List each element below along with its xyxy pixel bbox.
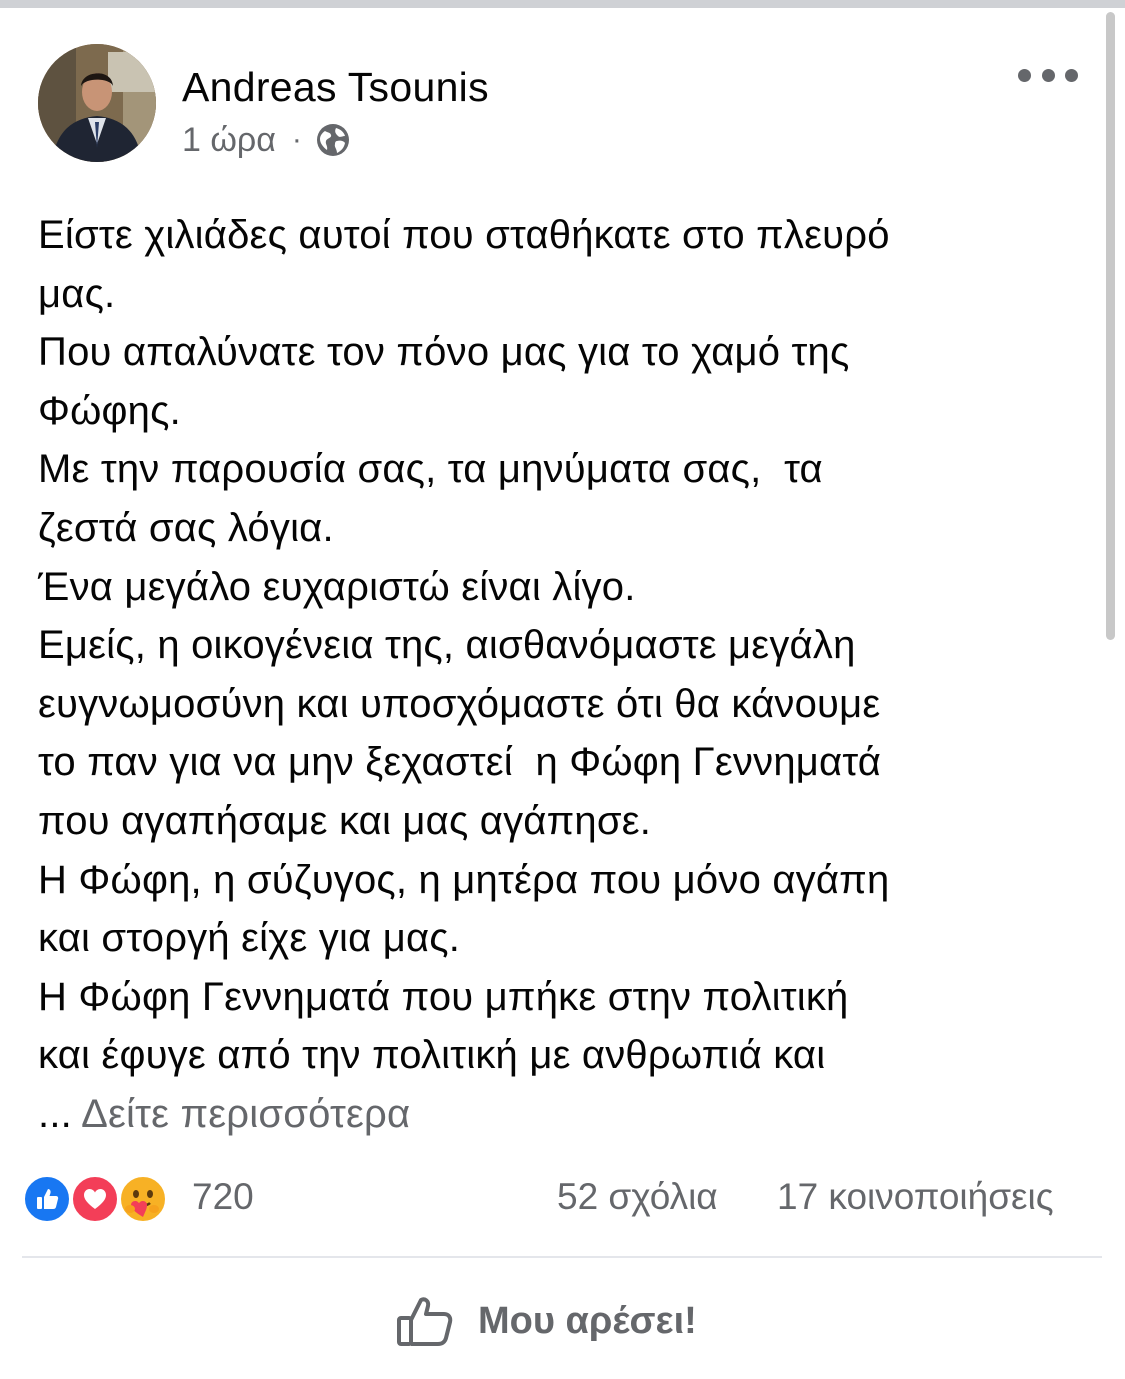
post-text: Είστε χιλιάδες αυτοί που σταθήκατε στο π…: [38, 206, 1088, 1144]
top-border: [0, 0, 1125, 8]
post-line: ευγνωμοσύνη και υποσχόμαστε ότι θα κάνου…: [38, 681, 881, 726]
like-button[interactable]: Μου αρέσει!: [396, 1288, 697, 1354]
see-more-row: ... Δείτε περισσότερα: [38, 1085, 1088, 1144]
meta-separator: ·: [291, 123, 302, 156]
post-line: Φώφης.: [38, 388, 181, 433]
post-meta: 1 ώρα ·: [182, 120, 350, 160]
post-header: Andreas Tsounis 1 ώρα ·: [38, 44, 1088, 166]
like-reaction-icon: [22, 1174, 72, 1224]
post-time[interactable]: 1 ώρα: [182, 121, 276, 160]
post-line: Είστε χιλιάδες αυτοί που σταθήκατε στο π…: [38, 213, 890, 257]
shares-count[interactable]: 17 κοινοποιήσεις: [777, 1176, 1054, 1218]
post-line: το παν για να μην ξεχαστεί η Φώφη Γεννημ…: [38, 740, 882, 785]
post-line: Ένα μεγάλο ευχαριστώ είναι λίγο.: [38, 564, 636, 609]
post-line: ζεστά σας λόγια.: [38, 505, 334, 550]
post-line: και έφυγε από την πολιτική με ανθρωπιά κ…: [38, 1033, 826, 1078]
post-line: που αγαπήσαμε και μας αγάπησε.: [38, 798, 652, 843]
reaction-icons[interactable]: [22, 1174, 172, 1226]
post-line: Με την παρουσία σας, τα μηνύματα σας, τα: [38, 447, 823, 492]
ellipsis: ...: [38, 1091, 72, 1136]
more-options-button[interactable]: [1018, 62, 1078, 88]
comments-count[interactable]: 52 σχόλια: [557, 1176, 718, 1218]
scrollbar[interactable]: [1106, 12, 1115, 640]
avatar[interactable]: [38, 44, 156, 162]
like-label: Μου αρέσει!: [478, 1299, 697, 1342]
love-reaction-icon: [70, 1174, 120, 1224]
see-more-link[interactable]: Δείτε περισσότερα: [81, 1092, 410, 1136]
divider: [22, 1256, 1102, 1258]
post-line: Η Φώφη, η σύζυγος, η μητέρα που μόνο αγά…: [38, 857, 890, 902]
reaction-count[interactable]: 720: [192, 1176, 254, 1218]
post-line: Η Φώφη Γεννηματά που μπήκε στην πολιτική: [38, 974, 849, 1019]
thumbs-up-icon: [397, 1297, 453, 1346]
post-line: και στοργή είχε για μας.: [38, 916, 461, 961]
globe-icon: [316, 124, 349, 156]
avatar-photo: [38, 44, 156, 162]
care-reaction-icon: [118, 1174, 168, 1224]
more-dots-icon: [1018, 68, 1031, 82]
post-line: μας.: [38, 271, 116, 316]
post-line: Που απαλύνατε τον πόνο μας για το χαμό τ…: [38, 330, 850, 375]
post-stats: 720 52 σχόλια 17 κοινοποιήσεις: [22, 1168, 1102, 1232]
post-line: Εμείς, η οικογένεια της, αισθανόμαστε με…: [38, 623, 856, 668]
author-name[interactable]: Andreas Tsounis: [182, 64, 489, 111]
